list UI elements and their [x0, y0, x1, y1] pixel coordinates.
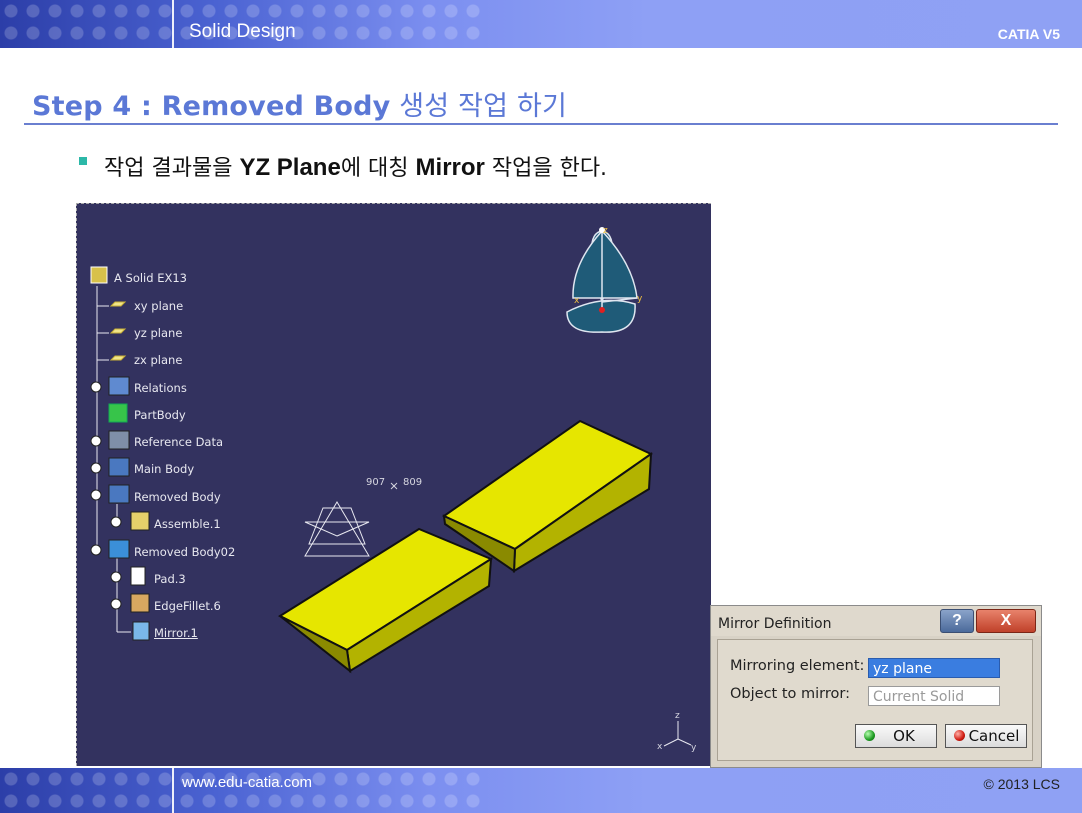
tree-icons	[90, 266, 150, 641]
bullet-icon	[79, 157, 87, 165]
cancel-label: Cancel	[968, 727, 1020, 745]
tree-item-main-body[interactable]: Main Body	[134, 462, 194, 476]
mirror-definition-dialog: Mirror Definition ? X Mirroring element:…	[710, 605, 1042, 768]
tree-item-xy-plane[interactable]: xy plane	[134, 299, 183, 313]
cancel-button[interactable]: Cancel	[945, 724, 1027, 748]
geom-set-icon	[108, 430, 130, 450]
product-name: CATIA V5	[997, 26, 1060, 42]
footer-divider	[172, 768, 174, 813]
plane-indicator-icon	[304, 501, 370, 557]
cursor-cross-icon	[390, 482, 398, 490]
step-title-prefix: Step 4 : Removed Body	[32, 91, 391, 122]
viewport-graphics	[90, 227, 692, 747]
dialog-titlebar[interactable]: Mirror Definition ? X	[711, 606, 1041, 636]
coord-x-readout: 907	[366, 477, 386, 488]
assemble-icon	[130, 511, 150, 531]
title-divider	[24, 123, 1058, 125]
coord-y-readout: 809	[403, 477, 423, 488]
bullet-part1: 작업 결과물을	[104, 156, 240, 181]
mirroring-element-label: Mirroring element:	[730, 658, 865, 674]
expand-icon	[110, 516, 122, 528]
body-icon	[108, 457, 130, 477]
tree-item-zx-plane[interactable]: zx plane	[134, 353, 182, 367]
pad-icon	[130, 566, 146, 586]
bullet-text: 작업 결과물을 YZ Plane에 대칭 Mirror 작업을 한다.	[104, 150, 607, 182]
bullet-part3: 작업을 한다.	[484, 156, 608, 181]
expand-icon	[90, 462, 102, 474]
expand-icon	[110, 571, 122, 583]
step-title-suffix: 생성 작업 하기	[390, 91, 568, 122]
object-to-mirror-label: Object to mirror:	[730, 686, 850, 702]
tree-item-relations[interactable]: Relations	[134, 381, 187, 395]
help-button[interactable]: ?	[940, 609, 974, 633]
tree-item-assemble[interactable]: Assemble.1	[154, 517, 221, 531]
plane-icon	[109, 355, 127, 361]
axis-x-label: x	[657, 742, 663, 752]
relations-icon	[108, 376, 130, 396]
ok-label: OK	[893, 727, 915, 745]
tree-item-reference-data[interactable]: Reference Data	[134, 435, 223, 449]
header-title: Solid Design	[189, 21, 296, 42]
header-divider	[172, 0, 174, 48]
tree-item-pad[interactable]: Pad.3	[154, 572, 186, 586]
tree-item-edgefillet[interactable]: EdgeFillet.6	[154, 599, 221, 613]
bullet-bold1: YZ Plane	[239, 154, 341, 181]
footer-band: www.edu-catia.com © 2013 LCS	[0, 768, 1082, 813]
tree-item-partbody[interactable]: PartBody	[134, 408, 186, 422]
footer-copyright: © 2013 LCS	[983, 776, 1060, 792]
tree-item-removed-body02[interactable]: Removed Body02	[134, 545, 235, 559]
bullet-part2: 에 대칭	[340, 156, 416, 181]
tree-item-mirror[interactable]: Mirror.1	[154, 626, 198, 640]
catia-viewport[interactable]: A Solid EX13 xy plane yz plane zx plane …	[76, 203, 711, 766]
tree-item-yz-plane[interactable]: yz plane	[134, 326, 182, 340]
mirrored-solids	[277, 419, 653, 674]
tree-root[interactable]: A Solid EX13	[114, 271, 187, 285]
mirror-icon	[132, 621, 150, 641]
body-icon	[108, 539, 130, 559]
body-icon	[108, 484, 130, 504]
close-button[interactable]: X	[976, 609, 1036, 633]
expand-icon	[90, 435, 102, 447]
expand-icon	[110, 598, 122, 610]
plane-icon	[109, 301, 127, 307]
object-to-mirror-field[interactable]: Current Solid	[868, 686, 1000, 706]
collapse-icon	[90, 544, 102, 556]
compass-y-label: y	[637, 294, 643, 304]
footer-url[interactable]: www.edu-catia.com	[182, 774, 312, 791]
ok-button[interactable]: OK	[855, 724, 937, 748]
fillet-icon	[130, 593, 150, 613]
compass-icon	[566, 227, 638, 333]
expand-icon	[90, 381, 102, 393]
tree-item-removed-body[interactable]: Removed Body	[134, 490, 221, 504]
bullet-bold2: Mirror	[415, 154, 485, 181]
mirroring-element-field[interactable]: yz plane	[868, 658, 1000, 678]
collapse-icon	[90, 489, 102, 501]
dialog-body: Mirroring element: yz plane Object to mi…	[717, 639, 1033, 761]
part-icon	[90, 266, 108, 284]
header-band: Solid Design CATIA V5	[0, 0, 1082, 48]
compass-z-label: z	[603, 226, 608, 236]
body-icon	[108, 403, 128, 423]
axis-z-label: z	[675, 711, 680, 721]
axis-triad-icon	[663, 721, 692, 747]
plane-icon	[109, 328, 127, 334]
compass-x-label: x	[574, 296, 580, 306]
axis-y-label: y	[691, 743, 697, 753]
dialog-title: Mirror Definition	[718, 616, 832, 632]
step-title: Step 4 : Removed Body 생성 작업 하기	[32, 84, 567, 123]
